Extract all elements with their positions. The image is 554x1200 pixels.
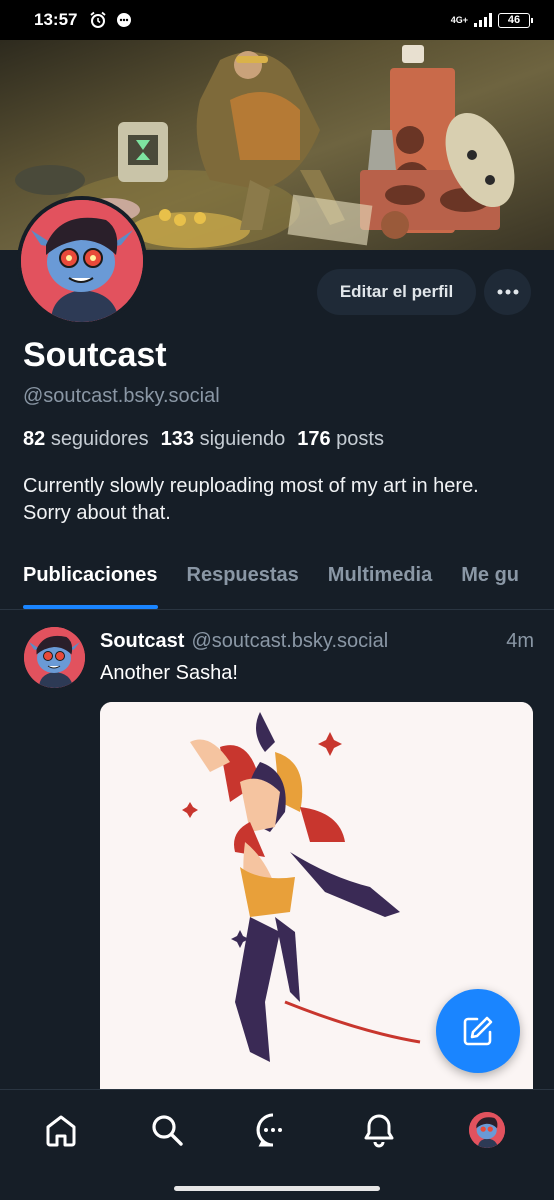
- more-horizontal-icon: [497, 289, 518, 295]
- profile-tabs: Publicaciones Respuestas Multimedia Me g…: [0, 556, 554, 610]
- profile-avatar[interactable]: [17, 196, 147, 326]
- nav-notifications[interactable]: [359, 1110, 399, 1150]
- profile-display-name: Soutcast: [23, 336, 167, 374]
- status-bar: 13:57 4G+ 46: [0, 0, 554, 40]
- post-timestamp[interactable]: 4m: [506, 630, 534, 653]
- more-options-button[interactable]: [484, 269, 531, 315]
- alarm-icon: [90, 11, 107, 28]
- followers-stat[interactable]: 82 seguidores: [23, 428, 149, 451]
- tab-me-gusta[interactable]: Me gu: [461, 556, 519, 609]
- post-text: Another Sasha!: [100, 662, 238, 684]
- search-icon: [152, 1115, 183, 1146]
- nav-profile[interactable]: [467, 1110, 507, 1150]
- profile-stats: 82 seguidores 133 siguiendo 176 posts: [23, 428, 384, 451]
- followers-label: seguidores: [50, 428, 149, 450]
- followers-count: 82: [23, 428, 46, 450]
- post-author-name[interactable]: Soutcast: [100, 630, 184, 653]
- posts-count: 176: [297, 428, 331, 450]
- compose-icon: [463, 1016, 493, 1046]
- tab-publicaciones[interactable]: Publicaciones: [23, 556, 158, 609]
- tab-multimedia[interactable]: Multimedia: [328, 556, 432, 609]
- post-author-handle[interactable]: @soutcast.bsky.social: [191, 630, 388, 653]
- post-author-avatar[interactable]: [24, 627, 85, 688]
- nav-search[interactable]: [147, 1110, 187, 1150]
- battery-icon: 46: [498, 12, 533, 28]
- bell-icon: [364, 1114, 394, 1148]
- following-stat[interactable]: 133 siguiendo: [161, 428, 286, 451]
- chat-notification-icon: [117, 13, 132, 27]
- home-icon: [46, 1115, 76, 1147]
- posts-stat: 176 posts: [297, 428, 384, 451]
- edit-profile-button[interactable]: Editar el perfil: [317, 269, 476, 315]
- tab-respuestas[interactable]: Respuestas: [187, 556, 299, 609]
- following-count: 133: [160, 428, 195, 450]
- compose-post-button[interactable]: [436, 989, 520, 1073]
- network-type: 4G+: [450, 14, 468, 25]
- profile-handle: @soutcast.bsky.social: [23, 385, 220, 407]
- post-header: Soutcast @soutcast.bsky.social 4m: [100, 630, 534, 653]
- posts-label: posts: [336, 428, 384, 450]
- profile-avatar-icon: [469, 1112, 505, 1148]
- profile-bio: Currently slowly reuploading most of my …: [23, 475, 479, 524]
- nav-chat[interactable]: [253, 1110, 293, 1150]
- signal-icon: [474, 13, 492, 27]
- chat-icon: [256, 1113, 282, 1147]
- status-time: 13:57: [34, 10, 78, 29]
- following-label: siguiendo: [199, 428, 286, 450]
- bottom-navigation: [0, 1089, 554, 1200]
- home-indicator[interactable]: [174, 1186, 380, 1191]
- nav-home[interactable]: [41, 1110, 81, 1150]
- battery-level: 46: [507, 14, 521, 26]
